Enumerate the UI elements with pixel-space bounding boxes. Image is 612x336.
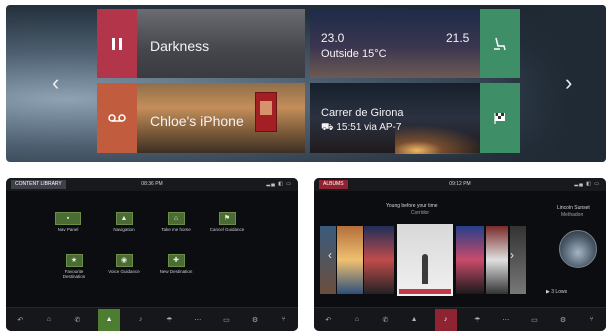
library-item-new-destination[interactable]: ✚ New Destination [156,254,196,274]
phone-device-name: Chloe's iPhone [150,113,244,129]
library-item-label: Cancel Guidance [209,227,245,232]
app-dock: ↶ ⌂ ✆ ▲ ♪ ☂ ⋯ ▭ ⚙ ⑂ [6,307,298,331]
clock: 09:12 PM [449,181,471,187]
library-item-label: New Destination [159,269,193,274]
library-item-voice-guidance[interactable]: ◉ Voice Guidance [104,254,144,274]
navigation-icon: ▲ [115,212,133,225]
home-icon[interactable]: ⌂ [349,312,365,328]
clock: 08:36 PM [141,181,163,187]
camera-icon[interactable]: ▭ [526,312,542,328]
chevron-right-icon[interactable]: › [510,248,514,262]
seat-icon[interactable]: ⑂ [276,312,292,328]
album-title: Young before your time [386,203,438,209]
status-icons: ▂▄ ◧ ▭ [266,181,292,187]
settings-icon[interactable]: ⚙ [555,312,571,328]
chevron-left-icon[interactable]: ‹ [52,72,59,94]
chevron-right-icon[interactable]: › [565,72,572,94]
settings-icon[interactable]: ⚙ [247,312,263,328]
content-library-screen: CONTENT LIBRARY 08:36 PM ▂▄ ◧ ▭ ▪ Nav Pa… [6,178,298,331]
screenshot-collage: ‹ › Darkness 23.0 21.5 Outside 15°C Chlo… [0,0,612,336]
destination-flag-button[interactable] [480,83,520,153]
car-icon: ⛟ [321,122,334,133]
status-bar: CONTENT LIBRARY 08:36 PM ▂▄ ◧ ▭ [6,178,298,191]
more-icon[interactable]: ⋯ [190,312,206,328]
side-album-artist: Methadon [561,212,584,218]
passenger-temperature: 21.5 [446,31,470,45]
library-item-label: Favourite Destination [62,269,86,279]
library-item-label: Navigation [113,227,135,232]
nav-panel-icon: ▪ [55,212,81,225]
status-icons: ▂▄ ◧ ▭ [574,181,600,187]
home-icon: ⌂ [167,212,185,225]
side-status: ▶ 3 Lows [546,289,567,295]
climate-icon[interactable]: ☂ [161,312,177,328]
voice-icon: ◉ [115,254,133,267]
album-cover-selected[interactable] [397,224,453,296]
outside-temperature: Outside 15°C [321,48,387,60]
app-dock: ↶ ⌂ ✆ ▲ ♪ ☂ ⋯ ▭ ⚙ ⑂ [314,307,606,331]
album-artist: Corridor [411,210,430,216]
track-title: Darkness [150,38,210,54]
albums-screen: ALBUMS 09:12 PM ▂▄ ◧ ▭ Young before your… [314,178,606,331]
voicemail-button[interactable] [97,83,137,153]
library-item-favourite-destination[interactable]: ★ Favourite Destination [54,254,94,279]
album-cover[interactable] [337,226,363,294]
home-icon[interactable]: ⌂ [41,312,57,328]
album-cover[interactable] [486,226,508,294]
phone-icon[interactable]: ✆ [377,312,393,328]
nav-street: Carrer de Girona [321,107,404,119]
pause-button[interactable] [97,9,137,78]
now-playing-indicator [399,289,451,294]
navigation-icon[interactable]: ▲ [406,312,422,328]
play-icon: ▶ [546,289,550,295]
star-icon: ★ [65,254,83,267]
seat-icon[interactable]: ⑂ [584,312,600,328]
camera-icon[interactable]: ▭ [218,312,234,328]
library-item-nav-panel[interactable]: ▪ Nav Panel [48,212,88,232]
navigation-dock-button[interactable]: ▲ [98,308,121,331]
phone-booth-image [255,92,277,132]
album-cover[interactable] [364,226,394,294]
cancel-flag-icon: ⚑ [218,212,236,225]
status-bar: ALBUMS 09:12 PM ▂▄ ◧ ▭ [314,178,606,191]
library-item-label: Voice Guidance [108,269,140,274]
pause-icon [112,37,122,50]
library-item-label: Take me home [161,227,191,232]
library-item-label: Nav Panel [57,227,79,232]
phone-icon[interactable]: ✆ [69,312,85,328]
bird-artwork [422,254,428,284]
album-cover[interactable] [456,226,484,294]
driver-temperature: 23.0 [321,31,345,45]
seat-icon [494,37,506,50]
checkered-flag-icon [494,113,505,124]
climate-icon[interactable]: ☂ [469,312,485,328]
more-icon[interactable]: ⋯ [498,312,514,328]
map-pin-icon: ✚ [167,254,185,267]
side-status-text: 3 Lows [551,289,568,295]
chevron-left-icon[interactable]: ‹ [328,248,332,262]
side-album-art[interactable] [559,230,597,268]
seat-button[interactable] [480,9,520,78]
nav-eta-text: 15:51 via AP-7 [336,122,402,133]
library-item-take-me-home[interactable]: ⌂ Take me home [156,212,196,232]
nav-eta: ⛟ 15:51 via AP-7 [321,122,401,135]
library-item-navigation[interactable]: ▲ Navigation [104,212,144,232]
back-icon[interactable]: ↶ [320,312,336,328]
voicemail-icon [108,114,126,122]
media-icon[interactable]: ♪ [133,312,149,328]
back-icon[interactable]: ↶ [12,312,28,328]
media-dock-button[interactable]: ♪ [434,308,457,331]
side-album-title: Lincoln Sunset [557,205,590,211]
library-item-cancel-guidance[interactable]: ⚑ Cancel Guidance [207,212,247,232]
